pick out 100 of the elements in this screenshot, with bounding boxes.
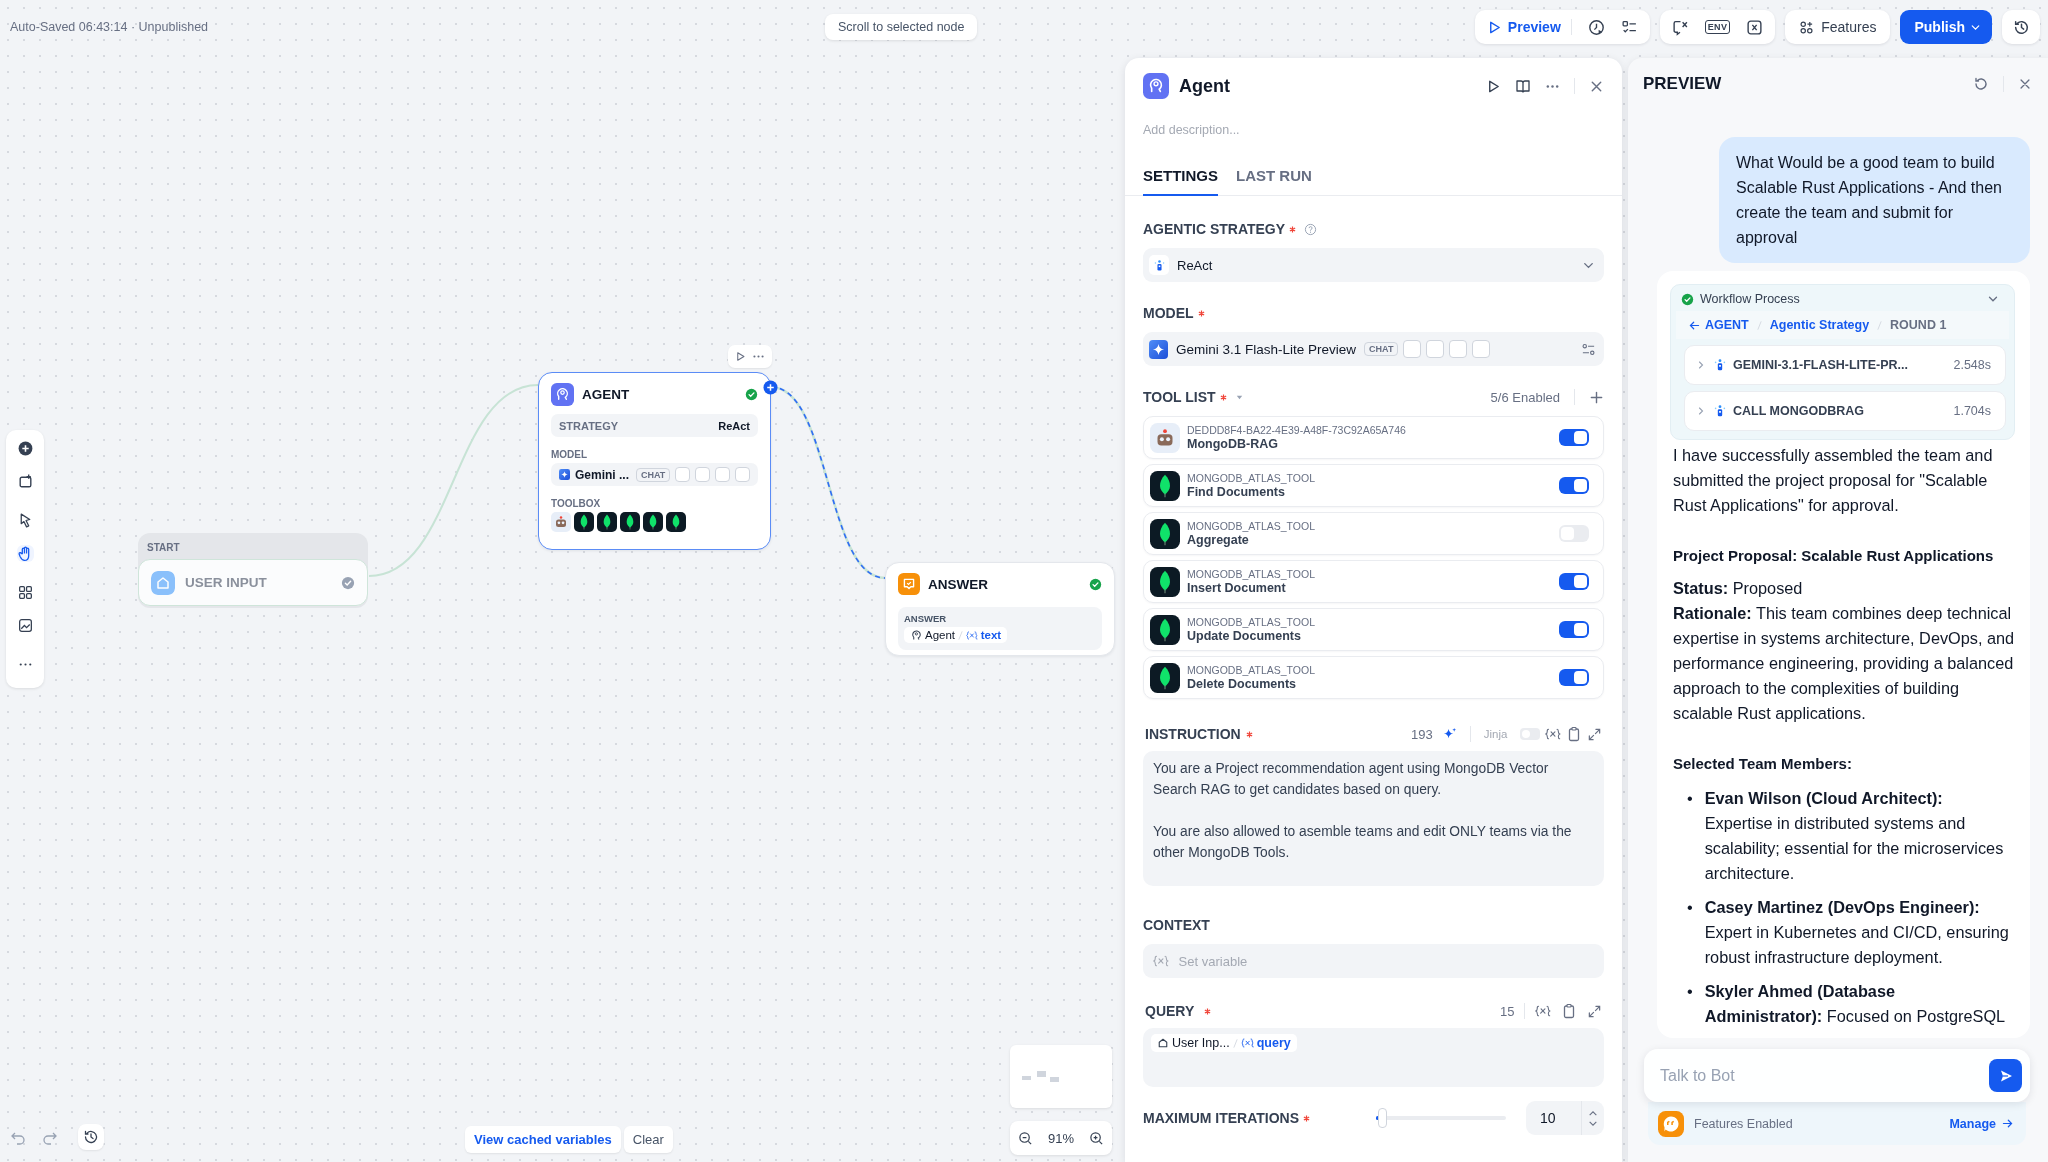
section-label: CONTEXT xyxy=(1143,917,1210,933)
manage-link[interactable]: Manage xyxy=(1949,1116,2014,1131)
tool-item[interactable]: MONGODB_ATLAS_TOOL Find Documents xyxy=(1143,464,1604,507)
breadcrumb-item[interactable]: Agentic Strategy xyxy=(1769,318,1870,332)
model-select[interactable]: Gemini 3.1 Flash-Lite Preview CHAT xyxy=(1143,332,1604,366)
slider-thumb[interactable] xyxy=(1378,1108,1388,1128)
iterations-slider[interactable] xyxy=(1376,1107,1506,1129)
field-label: MODEL xyxy=(551,449,589,460)
model-icon xyxy=(1149,339,1168,359)
restart-icon[interactable] xyxy=(1973,76,1989,92)
list-item: Skyler Ahmed (Database Administrator): Focused on PostgreSQL xyxy=(1704,981,2007,1027)
tool-item[interactable]: MONGODB_ATLAS_TOOL Aggregate xyxy=(1143,512,1604,555)
toggle-switch[interactable] xyxy=(1559,573,1589,590)
capability-icon xyxy=(1426,340,1445,358)
toggle-switch[interactable] xyxy=(1559,477,1589,494)
process-step[interactable]: CALL MONGODBRAG 1.704s xyxy=(1684,391,2006,431)
workflow-node[interactable]: AGENT STRATEGY ReAct MODEL Gemini ... CHAT TOOLBOX xyxy=(538,372,771,550)
env-button[interactable]: ENV xyxy=(1704,20,1731,34)
clear-button[interactable]: Clear xyxy=(623,1126,673,1153)
agent-step-icon xyxy=(1713,358,1727,372)
tool-item[interactable]: MONGODB_ATLAS_TOOL Insert Document xyxy=(1143,560,1604,603)
run-icon[interactable] xyxy=(1486,78,1501,94)
tool-name: Insert Document xyxy=(1187,581,1287,595)
toggle-switch[interactable] xyxy=(1559,621,1589,638)
send-button[interactable] xyxy=(1989,1059,2022,1092)
run-history-icon[interactable] xyxy=(1587,18,1605,36)
preview-button[interactable]: Preview xyxy=(1486,19,1572,35)
expand-icon[interactable] xyxy=(1587,726,1602,742)
agent-step-icon xyxy=(1713,404,1727,418)
capability-icon xyxy=(695,467,711,482)
tool-provider: MONGODB_ATLAS_TOOL xyxy=(1187,520,1316,532)
copy-icon[interactable] xyxy=(1561,1003,1577,1019)
variable-icon xyxy=(1153,955,1169,967)
iterations-input[interactable]: 10 xyxy=(1526,1101,1604,1135)
breadcrumb-item[interactable]: ROUND 1 xyxy=(1890,318,1947,332)
add-node-icon[interactable] xyxy=(16,440,34,457)
chat-variable-icon[interactable] xyxy=(1671,18,1689,36)
enabled-count: 5/6 Enabled xyxy=(1490,389,1560,405)
strategy-select[interactable]: ReAct xyxy=(1143,248,1604,282)
character-count: 15 xyxy=(1499,1003,1515,1019)
history-button[interactable] xyxy=(78,1124,104,1150)
user-message: What Would be a good team to build Scalable Rust Applications - And then create the team and submit for approval xyxy=(1719,137,2030,263)
section-label: MODEL xyxy=(1143,305,1194,321)
leaf-icon xyxy=(1150,470,1180,501)
model-tag: CHAT xyxy=(1364,342,1399,356)
scroll-to-node-button[interactable]: Scroll to selected node xyxy=(825,14,978,40)
leaf-icon xyxy=(574,512,594,532)
agent-icon xyxy=(1143,73,1169,99)
breadcrumb-item[interactable]: AGENT xyxy=(1688,318,1749,332)
tab[interactable]: SETTINGS xyxy=(1143,167,1218,196)
query-field[interactable]: User Inp... query xyxy=(1143,1028,1604,1087)
version-history-button[interactable] xyxy=(2002,10,2040,44)
tool-item[interactable]: MONGODB_ATLAS_TOOL Update Documents xyxy=(1143,608,1604,651)
export-image-icon[interactable] xyxy=(16,617,34,634)
instruction-field[interactable]: You are a Project recommendation agent using MongoDB Vector Search RAG to get candidates based on query. You are also allowed to asemble teams and edit ONLY teams via the other MongoDB Tools. xyxy=(1143,751,1604,886)
features-button[interactable]: Features xyxy=(1785,10,1891,44)
add-note-icon[interactable] xyxy=(16,473,34,490)
add-node-button[interactable] xyxy=(763,380,778,395)
variable-icon[interactable] xyxy=(1746,18,1764,36)
decrement-icon[interactable] xyxy=(1588,1119,1598,1127)
leaf-icon xyxy=(1150,662,1180,693)
capability-icon xyxy=(1449,340,1468,358)
layout-icon[interactable] xyxy=(16,584,34,601)
close-icon[interactable] xyxy=(2018,77,2032,91)
home-icon xyxy=(151,570,175,595)
field-label: TOOLBOX xyxy=(551,498,602,509)
bullet: • xyxy=(1687,981,1693,1002)
section-label: MAXIMUM ITERATIONS xyxy=(1143,1110,1300,1126)
tool-item[interactable]: DEDDD8F4-BA22-4E39-A48F-73C92A65A746 MongoDB-RAG xyxy=(1143,416,1604,459)
zoom-out-icon[interactable] xyxy=(1017,1130,1033,1146)
view-cached-variables-button[interactable]: View cached variables xyxy=(465,1126,621,1153)
character-count: 193 xyxy=(1411,726,1433,742)
workflow-node[interactable]: ANSWER ANSWER Agent text xyxy=(885,562,1115,656)
leaf-icon xyxy=(1150,614,1180,645)
tab[interactable]: LAST RUN xyxy=(1236,167,1312,196)
arrow-right-icon xyxy=(2001,1117,2014,1130)
variable-chip: User Inp... query xyxy=(1151,1034,1297,1052)
book-icon[interactable] xyxy=(1515,78,1531,94)
tool-item[interactable]: MONGODB_ATLAS_TOOL Delete Documents xyxy=(1143,656,1604,699)
tool-provider: MONGODB_ATLAS_TOOL xyxy=(1187,568,1316,580)
message-input[interactable]: Talk to Bot xyxy=(1658,1065,1989,1086)
node-title: ANSWER xyxy=(928,576,989,592)
copy-icon[interactable] xyxy=(1566,726,1582,742)
publish-button[interactable]: Publish xyxy=(1900,10,1992,44)
chat-input[interactable]: Talk to Bot xyxy=(1644,1049,2030,1102)
increment-icon[interactable] xyxy=(1588,1109,1598,1117)
run-icon[interactable] xyxy=(735,351,746,362)
tool-provider: MONGODB_ATLAS_TOOL xyxy=(1187,664,1316,676)
list-item: Casey Martinez (DevOps Engineer): Expert in Kubernetes and CI/CD, ensuring robust infrastructure deployment. xyxy=(1704,897,2010,968)
hand-icon[interactable] xyxy=(16,545,34,562)
step-duration: 1.704s xyxy=(1953,404,1991,418)
expand-icon[interactable] xyxy=(1587,1003,1602,1019)
add-tool-icon[interactable] xyxy=(1589,389,1604,405)
toggle-switch[interactable] xyxy=(1559,429,1589,446)
list-item: Evan Wilson (Cloud Architect): Expertise in distributed systems and scalability; essential for the microservices architecture. xyxy=(1704,788,2005,884)
toggle-switch[interactable] xyxy=(1559,669,1589,686)
section-label: INSTRUCTION xyxy=(1145,726,1241,742)
process-step[interactable]: GEMINI-3.1-FLASH-LITE-PR... 2.548s xyxy=(1684,345,2006,385)
model-settings-icon[interactable] xyxy=(1581,341,1596,357)
zoom-in-icon[interactable] xyxy=(1089,1130,1105,1146)
